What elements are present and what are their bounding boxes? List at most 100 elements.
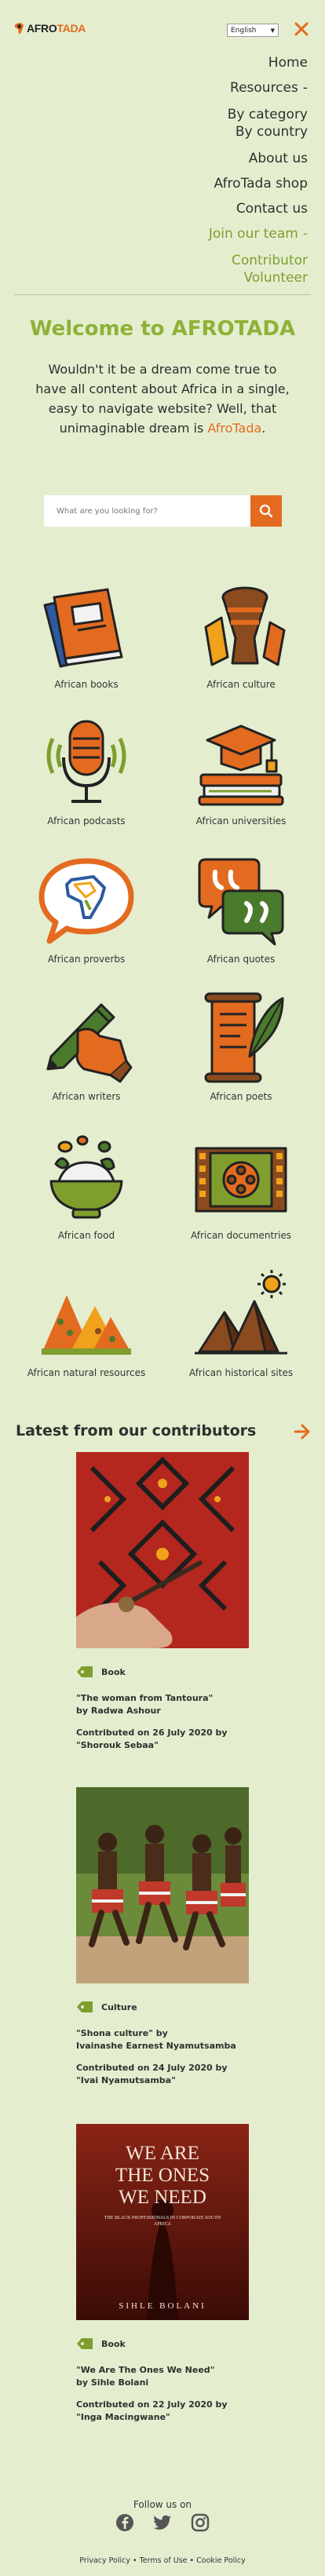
menu-item-volunteer[interactable]: Volunteer	[0, 269, 308, 286]
menu-item-resources[interactable]: Resources -	[0, 79, 308, 97]
menu-item-label: About us	[248, 151, 308, 166]
language-select-value: English	[231, 26, 257, 35]
books-icon	[43, 588, 123, 668]
category-african-quotes[interactable]: African quotes	[162, 853, 320, 965]
search-button[interactable]	[250, 495, 282, 527]
arrow-right-icon[interactable]	[294, 1424, 311, 1439]
logo[interactable]: AFRO TADA	[14, 22, 86, 35]
pyramids-icon	[195, 1270, 287, 1355]
post-contribution-line: Contributed on 24 July 2020 by	[76, 2063, 228, 2073]
menu-item-about-us[interactable]: About us	[0, 150, 308, 167]
dancers-image	[76, 1787, 249, 1983]
embroidered-dress-image	[76, 1452, 249, 1648]
africa-logo-icon	[15, 23, 24, 34]
category-label: African documentries	[190, 1230, 292, 1241]
book-cover-title-line: WE ARE	[126, 2143, 199, 2164]
category-label: African podcasts	[47, 815, 126, 826]
category-african-proverbs[interactable]: African proverbs	[8, 853, 165, 965]
menu-item-label: By category	[227, 107, 308, 122]
header: AFRO TADA English ▼	[0, 0, 325, 53]
post-contribution-line: "Ivai Nyamutsamba"	[76, 2075, 176, 2085]
post-meta: Book	[76, 2337, 249, 2350]
post-contribution-line: "Inga Macingwane"	[76, 2412, 170, 2422]
post-title[interactable]: "We Are The Ones We Need" by Sihle Bolan…	[76, 2364, 249, 2389]
welcome-text: Wouldn't it be a dream come true to have…	[31, 359, 294, 438]
post-image[interactable]	[76, 1787, 249, 1983]
post-title-line: by Sihle Bolani	[76, 2377, 149, 2388]
post-card[interactable]: WE ARE THE ONES WE NEED THE BLACK PROFES…	[76, 2124, 249, 2424]
welcome-title: Welcome to AFROTADA	[29, 317, 296, 341]
pen-hand-icon	[46, 1003, 133, 1083]
menu-item-by-category[interactable]: By category	[0, 106, 308, 123]
submenu-dash: -	[302, 226, 308, 242]
category-label: African writers	[52, 1091, 121, 1102]
category-african-culture[interactable]: African culture	[162, 578, 320, 690]
category-label: African natural resources	[27, 1367, 146, 1378]
post-card[interactable]: Culture "Shona culture" by Ivainashe Ear…	[76, 1787, 249, 2087]
book-cover-title: WE ARE THE ONES WE NEED	[76, 2143, 249, 2209]
facebook-icon[interactable]	[115, 2513, 134, 2532]
twitter-icon[interactable]	[153, 2513, 172, 2532]
post-contribution-line: Contributed on 22 July 2020 by	[76, 2399, 228, 2410]
book-cover-title-line: WE NEED	[119, 2187, 206, 2208]
food-bowl-icon	[49, 1135, 123, 1219]
category-african-writers[interactable]: African writers	[8, 991, 165, 1102]
close-icon[interactable]	[293, 20, 310, 38]
search-input[interactable]	[44, 495, 250, 527]
post-title[interactable]: "The woman from Tantoura" by Radwa Ashou…	[76, 1692, 249, 1717]
welcome-text-end: .	[261, 421, 266, 436]
search-icon	[259, 504, 273, 518]
latest-section-title: Latest from our contributors	[16, 1422, 257, 1439]
footer-links[interactable]: Privacy Policy • Terms of Use • Cookie P…	[0, 2556, 325, 2565]
logo-afro-text: AFRO	[27, 22, 57, 35]
post-category: Culture	[101, 2001, 137, 2012]
menu-item-contact-us[interactable]: Contact us	[0, 200, 308, 217]
post-image[interactable]: WE ARE THE ONES WE NEED THE BLACK PROFES…	[76, 2124, 249, 2320]
language-select[interactable]: English ▼	[227, 24, 279, 37]
menu-item-label: Contact us	[236, 201, 308, 217]
minerals-icon	[42, 1295, 131, 1355]
menu-item-label: By country	[235, 124, 308, 140]
menu-item-label: Resources	[230, 80, 298, 96]
microphone-icon	[46, 720, 126, 803]
menu-item-label: AfroTada shop	[214, 176, 308, 192]
category-label: African poets	[210, 1091, 272, 1102]
post-title[interactable]: "Shona culture" by Ivainashe Earnest Nya…	[76, 2027, 249, 2052]
menu-item-join-our-team[interactable]: Join our team -	[0, 225, 308, 243]
submenu-dash: -	[302, 80, 308, 96]
page: AFRO TADA English ▼ Home Resources - By c…	[0, 0, 325, 2576]
social-links	[115, 2513, 210, 2532]
post-contribution: Contributed on 26 July 2020 by "Shorouk …	[76, 1727, 249, 1752]
menu-item-by-country[interactable]: By country	[0, 123, 308, 140]
category-label: African food	[57, 1230, 115, 1241]
post-title-line: "The woman from Tantoura"	[76, 1693, 214, 1703]
instagram-icon[interactable]	[191, 2513, 210, 2532]
menu-divider	[14, 294, 311, 295]
menu-item-shop[interactable]: AfroTada shop	[0, 175, 308, 192]
post-title-line: by Radwa Ashour	[76, 1706, 161, 1716]
category-label: African books	[54, 679, 119, 690]
menu-item-label: Join our team	[208, 226, 298, 242]
category-african-books[interactable]: African books	[8, 578, 165, 690]
menu-item-contributor[interactable]: Contributor	[0, 252, 308, 269]
menu-item-home[interactable]: Home	[0, 53, 308, 72]
category-label: African proverbs	[47, 954, 126, 965]
post-contribution-line: Contributed on 26 July 2020 by	[76, 1728, 228, 1738]
post-title-line: "Shona culture" by	[76, 2028, 168, 2038]
category-african-natural-resources[interactable]: African natural resources	[8, 1267, 165, 1378]
logo-tada-text: TADA	[57, 22, 86, 35]
post-image[interactable]	[76, 1452, 249, 1648]
chevron-down-icon: ▼	[270, 27, 275, 34]
category-african-historical-sites[interactable]: African historical sites	[162, 1267, 320, 1378]
category-african-universities[interactable]: African universities	[162, 715, 320, 826]
tag-icon	[77, 1666, 93, 1677]
category-african-food[interactable]: African food	[8, 1129, 165, 1241]
post-meta: Book	[76, 1666, 249, 1678]
category-african-podcasts[interactable]: African podcasts	[8, 715, 165, 826]
post-card[interactable]: Book "The woman from Tantoura" by Radwa …	[76, 1452, 249, 1752]
category-african-poets[interactable]: African poets	[162, 991, 320, 1102]
category-african-documentries[interactable]: African documentries	[162, 1129, 320, 1241]
category-label: African historical sites	[188, 1367, 294, 1378]
post-contribution-line: "Shorouk Sebaa"	[76, 1740, 159, 1750]
tag-icon	[77, 2338, 93, 2349]
